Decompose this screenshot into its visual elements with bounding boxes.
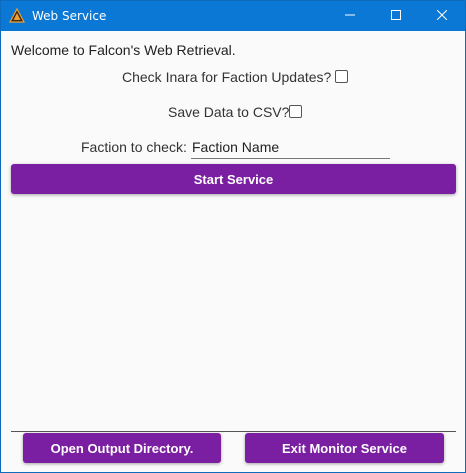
faction-name-input[interactable] xyxy=(191,135,390,159)
open-output-directory-button[interactable]: Open Output Directory. xyxy=(23,433,221,463)
exit-monitor-service-button[interactable]: Exit Monitor Service xyxy=(245,433,444,463)
falcon-logo-icon xyxy=(8,7,26,24)
maximize-icon xyxy=(391,7,401,25)
exit-monitor-service-label: Exit Monitor Service xyxy=(282,440,407,456)
start-service-button[interactable]: Start Service xyxy=(11,164,456,194)
csv-check-label: Save Data to CSV? xyxy=(168,104,290,120)
minimize-icon xyxy=(345,7,355,25)
start-service-label: Start Service xyxy=(193,171,274,187)
close-icon xyxy=(436,7,448,25)
client-area: Welcome to Falcon's Web Retrieval. Check… xyxy=(1,31,465,472)
inara-checkbox[interactable] xyxy=(335,70,348,83)
welcome-text: Welcome to Falcon's Web Retrieval. xyxy=(11,42,236,58)
title-bar[interactable]: Web Service xyxy=(1,1,465,31)
csv-checkbox[interactable] xyxy=(289,105,302,118)
open-output-directory-label: Open Output Directory. xyxy=(50,440,194,456)
faction-label: Faction to check: xyxy=(81,139,187,155)
minimize-button[interactable] xyxy=(327,1,373,31)
web-service-window: Web Service Welcome to Falcon's Web Retr… xyxy=(0,0,466,473)
inara-check-label: Check Inara for Faction Updates? xyxy=(122,69,332,85)
close-button[interactable] xyxy=(419,1,465,31)
footer-divider xyxy=(11,431,456,432)
maximize-button[interactable] xyxy=(373,1,419,31)
window-title: Web Service xyxy=(32,9,107,23)
